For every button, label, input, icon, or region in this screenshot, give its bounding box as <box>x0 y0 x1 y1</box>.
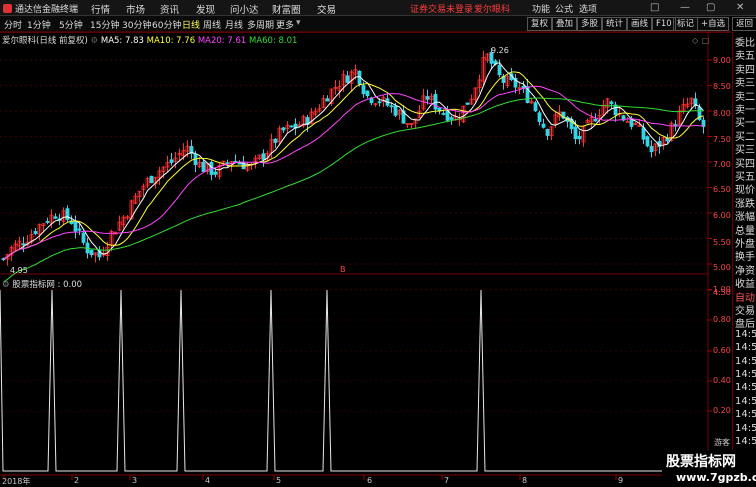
date-label: 2018年 <box>2 477 31 486</box>
quote-side-panel: 委比 卖五 卖四 卖三 卖二 卖一 买一 买二 买三 买四 买五 现价 涨跌 涨幅 总量 外盘 换手 净资 收益 自动… <box>732 32 756 487</box>
candle-body <box>545 128 550 136</box>
ma60-line <box>3 97 704 283</box>
candle-body <box>361 85 366 95</box>
window-close-icon[interactable]: ✕ <box>736 2 744 13</box>
price-tick: 6.50 <box>713 185 731 194</box>
candle-body <box>289 125 294 128</box>
kline-chart[interactable] <box>0 0 732 487</box>
candle-body <box>21 243 26 246</box>
candle-body <box>641 127 646 140</box>
candle-body <box>89 249 94 256</box>
date-label: 5 <box>276 476 282 485</box>
indicator-tick: 0.60 <box>713 346 731 355</box>
candle-body <box>81 232 86 243</box>
date-label: 3 <box>132 476 138 485</box>
price-tick: 5.00 <box>713 263 731 272</box>
side-panel-item: 14:5 <box>735 328 756 340</box>
date-label: 4 <box>205 476 211 485</box>
side-panel-item: 14:5 <box>735 382 756 394</box>
candle-body <box>33 231 38 234</box>
candle-body <box>537 112 542 123</box>
candle-body <box>201 161 206 173</box>
price-tick: 8.50 <box>713 82 731 91</box>
indicator-tick: 0.40 <box>713 376 731 385</box>
candle-body <box>533 102 538 112</box>
date-label: 7 <box>444 476 450 485</box>
candle-body <box>497 65 502 76</box>
candle-body <box>573 126 578 139</box>
candle-body <box>465 102 470 105</box>
price-tick: 5.50 <box>713 238 731 247</box>
candle-body <box>45 220 50 223</box>
candle-body <box>577 135 582 140</box>
back-button[interactable]: 返回 <box>732 17 756 31</box>
indicator-guest-label: 游客 <box>714 438 730 447</box>
date-label: 8 <box>522 476 528 485</box>
candle-body <box>665 137 670 142</box>
indicator-header: ⚙ 股票指标网 : 0.00 <box>2 278 82 290</box>
candle-body <box>541 123 546 128</box>
candle-body <box>149 175 154 184</box>
indicator-tick: 0.80 <box>713 315 731 324</box>
candle-body <box>593 118 598 122</box>
indicator-tick: 1.00 <box>713 285 731 294</box>
candle-body <box>169 159 174 163</box>
low-price-label: 4.95 <box>10 266 28 275</box>
side-panel-item: 14:5 <box>735 409 756 421</box>
candle-body <box>449 117 454 120</box>
candle-body <box>325 98 330 102</box>
buy-marker: B <box>340 265 346 274</box>
candle-body <box>645 136 650 147</box>
candle-body <box>237 162 242 165</box>
candle-body <box>433 93 438 110</box>
ma10-line <box>3 71 704 260</box>
side-panel-item: 14:5 <box>735 369 756 380</box>
high-price-label: 9.26 <box>491 46 509 55</box>
date-label: 6 <box>367 476 373 485</box>
candle-body <box>425 96 430 100</box>
price-tick: 9.00 <box>713 56 731 65</box>
candle-body <box>345 75 350 83</box>
side-panel-item: 14:5 <box>735 355 756 367</box>
date-label: 9 <box>618 476 624 485</box>
side-panel-item: 14:5 <box>735 436 756 447</box>
candle-body <box>73 221 78 232</box>
watermark-title: 股票指标网 <box>666 454 736 470</box>
candle-body <box>441 113 446 115</box>
candle-body <box>389 105 394 108</box>
candle-body <box>445 110 450 121</box>
candle-body <box>393 105 398 116</box>
candle-body <box>649 146 654 153</box>
indicator-tick: 0.20 <box>713 406 731 415</box>
date-label: 2 <box>74 476 80 485</box>
price-tick: 7.50 <box>713 135 731 144</box>
candle-body <box>53 216 58 219</box>
candle-body <box>261 153 266 160</box>
price-tick: 7.00 <box>713 160 731 169</box>
ma5-line <box>3 62 704 260</box>
candle-body <box>365 90 370 97</box>
indicator-gear-icon[interactable]: ⚙ <box>2 280 10 290</box>
watermark: 股票指标网 www.7gpzb.com <box>662 451 756 487</box>
indicator-title: 股票指标网 : 0.00 <box>12 280 83 290</box>
candle-body <box>213 171 218 175</box>
candle-body <box>625 121 630 123</box>
watermark-url: www.7gpzb.com <box>676 471 756 484</box>
ma20-line <box>3 85 704 260</box>
candle-body <box>377 101 382 104</box>
candle-body <box>273 138 278 143</box>
side-panel-item: 14:5 <box>735 422 756 434</box>
price-tick: 6.00 <box>713 211 731 220</box>
candle-body <box>281 127 286 131</box>
candle-body <box>77 228 82 231</box>
candle-body <box>609 101 614 105</box>
price-tick: 8.00 <box>713 109 731 118</box>
side-panel-item: 14:5 <box>735 342 756 354</box>
side-panel-item: 14:5 <box>735 395 756 407</box>
